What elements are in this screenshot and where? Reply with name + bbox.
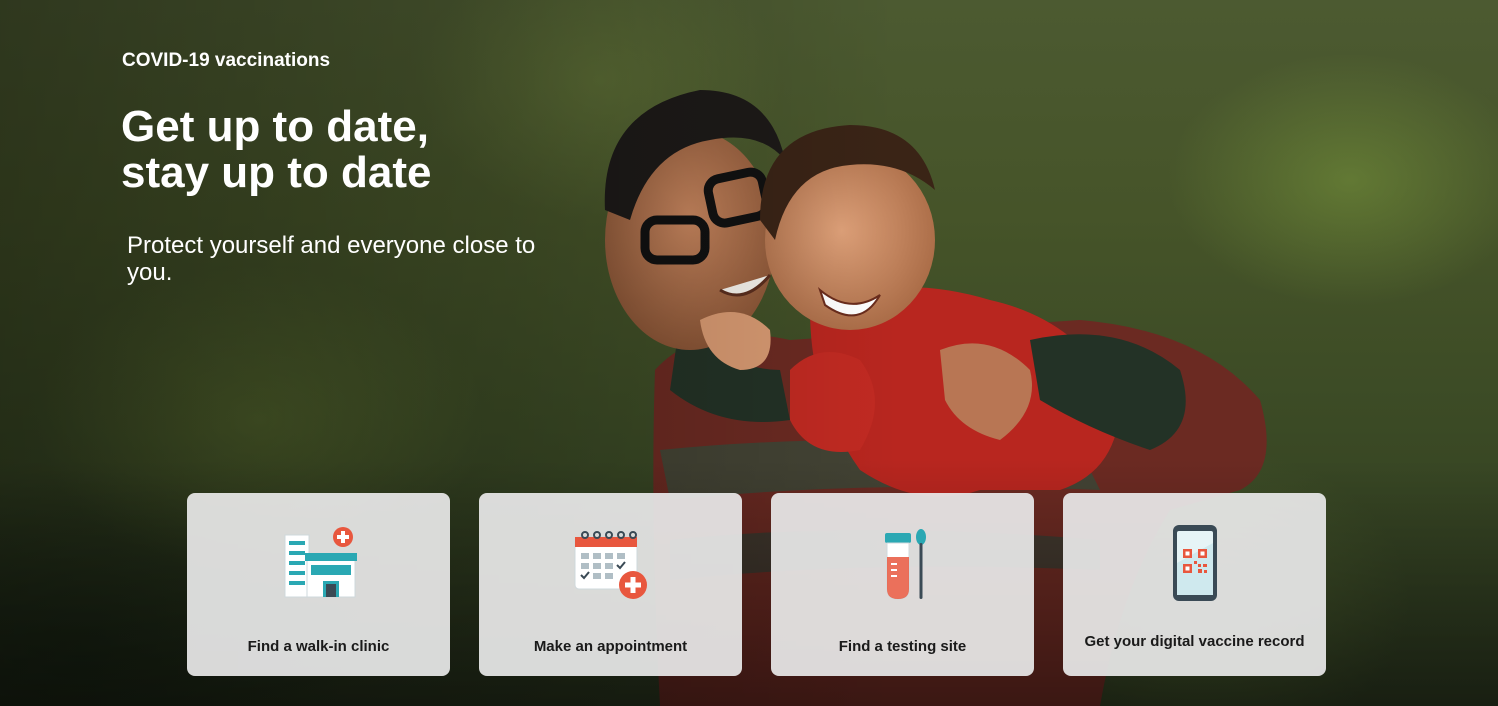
digital-vaccine-record-label: Get your digital vaccine record <box>1084 633 1305 650</box>
walk-in-clinic-card[interactable]: Find a walk-in clinic <box>187 493 450 676</box>
digital-vaccine-record-card[interactable]: Get your digital vaccine record <box>1063 493 1326 676</box>
make-appointment-label: Make an appointment <box>533 638 688 655</box>
make-appointment-card[interactable]: Make an appointment <box>479 493 742 676</box>
find-testing-site-card[interactable]: Find a testing site <box>771 493 1034 676</box>
phone-qr-code-icon <box>1172 525 1217 601</box>
action-cards: Find a walk-in clinic Make an appointmen… <box>187 493 1326 676</box>
hero-headline: Get up to date, stay up to date <box>121 104 601 196</box>
hero-eyebrow: COVID-19 vaccinations <box>122 50 331 71</box>
hero-subtitle: Protect yourself and everyone close to y… <box>127 232 536 286</box>
calendar-plus-icon <box>574 531 647 599</box>
hero-banner: COVID-19 vaccinations Get up to date, st… <box>0 0 1498 706</box>
find-testing-site-label: Find a testing site <box>838 638 967 655</box>
clinic-building-icon <box>284 527 357 598</box>
headline-line-1: Get up to date, <box>121 102 429 151</box>
walk-in-clinic-label: Find a walk-in clinic <box>247 638 390 655</box>
test-tube-swab-icon <box>884 529 926 600</box>
headline-line-2: stay up to date <box>121 148 432 197</box>
